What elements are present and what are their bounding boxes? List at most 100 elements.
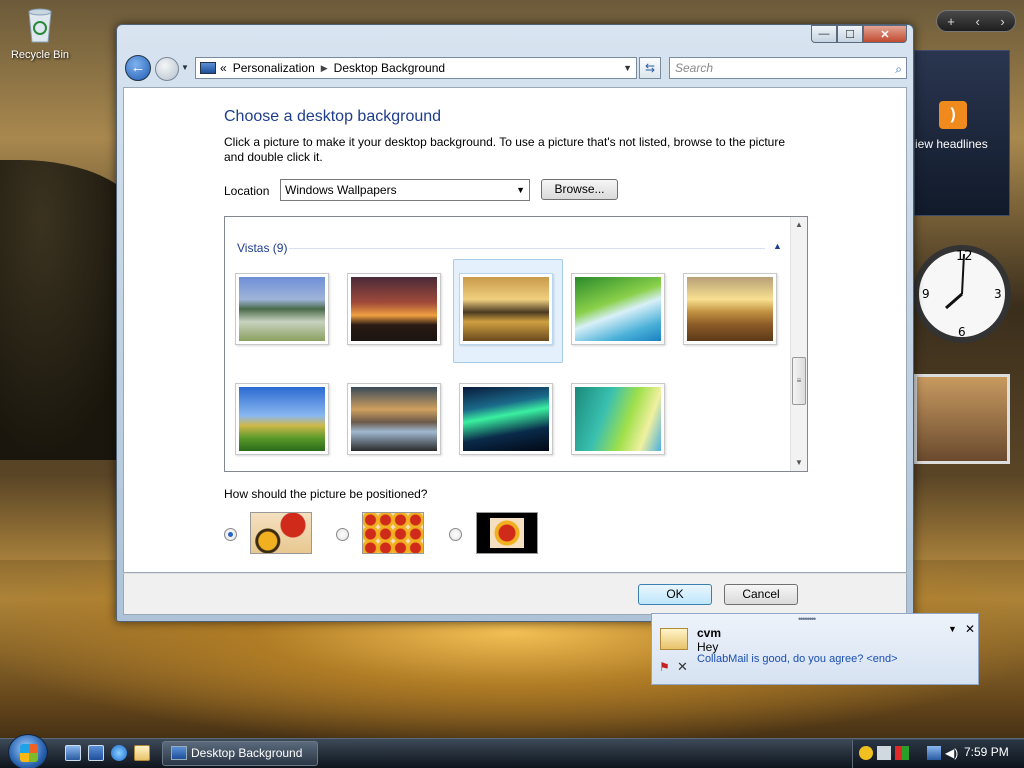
clock-gadget[interactable]: 12 3 6 9 bbox=[912, 232, 1012, 358]
gallery-scrollbar[interactable]: ▲ ≡ ▼ bbox=[790, 217, 807, 471]
search-icon[interactable]: ⌕ bbox=[895, 59, 902, 79]
page-description: Click a picture to make it your desktop … bbox=[224, 135, 786, 164]
notification-grip[interactable]: •••••••• bbox=[798, 614, 816, 624]
sidebar-controls: + ‹ › bbox=[936, 10, 1016, 32]
breadcrumb-personalization[interactable]: Personalization bbox=[227, 61, 321, 75]
thumbnail-image bbox=[463, 277, 549, 341]
windows-flag-icon[interactable] bbox=[895, 746, 909, 760]
notification-body-link[interactable]: CollabMail is good, do you agree? <end> bbox=[697, 653, 898, 665]
scroll-up-icon[interactable]: ▲ bbox=[791, 217, 807, 233]
switch-windows-icon[interactable] bbox=[88, 745, 104, 761]
thumbnail-image bbox=[463, 387, 549, 451]
wallpaper-thumb-green-hills[interactable] bbox=[235, 383, 329, 455]
desktop-background-window: — ☐ ✕ ← ▼ « Personalization ▶ Desktop Ba… bbox=[116, 24, 914, 622]
wallpaper-thumb-aurora[interactable] bbox=[459, 383, 553, 455]
recent-pages-dropdown[interactable]: ▼ bbox=[181, 63, 189, 72]
address-overflow[interactable]: « bbox=[220, 61, 227, 75]
notification-options-icon[interactable]: ▼ bbox=[948, 624, 957, 634]
tile-preview[interactable] bbox=[362, 512, 424, 554]
breadcrumb-arrow-icon[interactable]: ▶ bbox=[321, 63, 328, 74]
window-controls: — ☐ ✕ bbox=[811, 25, 907, 43]
wallpaper-thumb-golden-rocks[interactable] bbox=[459, 273, 553, 345]
internet-explorer-icon[interactable] bbox=[111, 745, 127, 761]
security-shield-icon[interactable] bbox=[859, 746, 873, 760]
wallpaper-thumb-mountains-lake[interactable] bbox=[235, 273, 329, 345]
scroll-down-icon[interactable]: ▼ bbox=[791, 455, 807, 471]
mail-quicklaunch-icon[interactable] bbox=[134, 745, 150, 761]
scrollbar-thumb[interactable]: ≡ bbox=[792, 357, 806, 405]
search-placeholder: Search bbox=[675, 61, 714, 75]
feed-headlines-gadget[interactable]: ) iew headlines bbox=[914, 50, 1010, 216]
location-label: Location bbox=[224, 184, 270, 198]
notification-subject: Hey bbox=[697, 640, 719, 654]
fit-to-screen-preview[interactable] bbox=[250, 512, 312, 554]
refresh-button[interactable]: ⇆ bbox=[639, 57, 661, 79]
wallpaper-thumb-wheat-field[interactable] bbox=[683, 273, 777, 345]
wallpaper-thumb-palm-frond[interactable] bbox=[571, 273, 665, 345]
cancel-button[interactable]: Cancel bbox=[724, 584, 798, 605]
location-value: Windows Wallpapers bbox=[285, 183, 397, 197]
group-header-vistas[interactable]: Vistas (9) bbox=[237, 241, 287, 255]
address-bar[interactable]: « Personalization ▶ Desktop Background ▼ bbox=[195, 57, 637, 79]
recycle-bin-icon bbox=[28, 8, 52, 43]
svg-text:9: 9 bbox=[922, 287, 930, 301]
address-dropdown-icon[interactable]: ▼ bbox=[623, 63, 632, 73]
thumbnail-image bbox=[575, 387, 661, 451]
control-panel-icon bbox=[200, 62, 216, 74]
browse-button[interactable]: Browse... bbox=[541, 179, 618, 200]
wallpaper-thumb-dusk-horizon[interactable] bbox=[347, 273, 441, 345]
slideshow-gadget[interactable] bbox=[914, 374, 1010, 464]
rss-icon: ) bbox=[939, 101, 967, 129]
notification-close-icon[interactable]: ✕ bbox=[965, 622, 975, 636]
flag-icon[interactable]: ⚑ bbox=[659, 660, 670, 674]
feed-gadget-label: iew headlines bbox=[915, 137, 988, 151]
sidebar-next-button[interactable]: › bbox=[1000, 14, 1004, 29]
wallpaper-thumb-vista-aurora[interactable] bbox=[571, 383, 665, 455]
thumbnail-image bbox=[239, 387, 325, 451]
breadcrumb-desktop-background[interactable]: Desktop Background bbox=[328, 61, 451, 75]
taskbar-button-label: Desktop Background bbox=[191, 746, 303, 760]
position-label: How should the picture be positioned? bbox=[224, 487, 428, 501]
minimize-button[interactable]: — bbox=[811, 25, 837, 43]
notification-sender: cvm bbox=[697, 626, 722, 640]
network-icon[interactable] bbox=[927, 746, 941, 760]
sync-icon[interactable] bbox=[877, 746, 891, 760]
thumbnail-image bbox=[351, 277, 437, 341]
sidebar-prev-button[interactable]: ‹ bbox=[975, 14, 979, 29]
volume-icon[interactable]: ◀) bbox=[945, 746, 959, 760]
back-button[interactable]: ← bbox=[125, 55, 151, 81]
svg-text:6: 6 bbox=[958, 325, 966, 339]
desktop-icon-recycle-bin[interactable]: Recycle Bin bbox=[6, 4, 74, 61]
thumbnail-image bbox=[239, 277, 325, 341]
delete-icon[interactable]: ✕ bbox=[677, 659, 688, 675]
main-content: Choose a desktop background Click a pict… bbox=[123, 87, 907, 573]
windows-logo-icon bbox=[20, 744, 38, 762]
show-desktop-icon[interactable] bbox=[65, 745, 81, 761]
position-center-radio[interactable] bbox=[449, 528, 462, 541]
chevron-down-icon[interactable]: ▼ bbox=[516, 180, 525, 200]
maximize-button[interactable]: ☐ bbox=[837, 25, 863, 43]
center-preview[interactable] bbox=[476, 512, 538, 554]
position-fit-radio[interactable] bbox=[224, 528, 237, 541]
dialog-footer: OK Cancel bbox=[123, 573, 907, 615]
forward-button[interactable] bbox=[155, 57, 179, 81]
ok-button[interactable]: OK bbox=[638, 584, 712, 605]
group-divider bbox=[289, 248, 765, 249]
envelope-icon bbox=[660, 628, 688, 650]
page-title: Choose a desktop background bbox=[224, 108, 442, 125]
close-button[interactable]: ✕ bbox=[863, 25, 907, 43]
svg-text:3: 3 bbox=[994, 287, 1002, 301]
desktop-icon-label: Recycle Bin bbox=[10, 49, 70, 61]
mail-notification[interactable]: •••••••• cvm Hey CollabMail is good, do … bbox=[651, 613, 979, 685]
location-select[interactable]: Windows Wallpapers ▼ bbox=[280, 179, 530, 201]
control-panel-icon bbox=[171, 746, 187, 760]
collapse-group-icon[interactable]: ▲ bbox=[773, 241, 782, 251]
wallpaper-thumb-rock-pools[interactable] bbox=[347, 383, 441, 455]
position-tile-radio[interactable] bbox=[336, 528, 349, 541]
taskbar-button-desktop-background[interactable]: Desktop Background bbox=[162, 741, 318, 766]
thumbnail-image bbox=[687, 277, 773, 341]
add-gadget-button[interactable]: + bbox=[947, 14, 955, 29]
search-input[interactable]: Search ⌕ bbox=[669, 57, 907, 79]
system-clock[interactable]: 7:59 PM bbox=[964, 745, 1009, 759]
start-button[interactable] bbox=[8, 734, 48, 768]
